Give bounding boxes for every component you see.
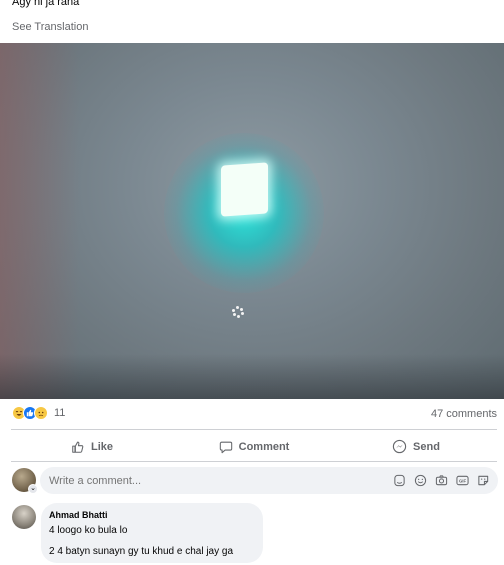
loading-spinner-icon	[232, 306, 244, 318]
comment-label: Comment	[238, 440, 290, 453]
comment-composer: ⌄ GIF	[12, 467, 498, 495]
comment-text-line: 2 4 batyn sunayn gy tu khud e chal jay g…	[49, 546, 234, 557]
post-photo[interactable]	[0, 43, 504, 399]
reaction-count: 11	[54, 407, 66, 419]
comment-bubble: Ahmad Bhatti 4 loogo ko bula lo 2 4 baty…	[41, 503, 263, 563]
divider	[11, 429, 497, 430]
like-button[interactable]: Like	[11, 433, 173, 460]
send-label: Send	[413, 440, 440, 453]
like-icon	[72, 441, 84, 453]
divider	[11, 461, 497, 462]
sad-reaction-icon	[34, 406, 48, 420]
like-label: Like	[90, 440, 113, 453]
send-button[interactable]: Send	[335, 433, 497, 460]
svg-text:GIF: GIF	[459, 479, 467, 484]
composer-tools: GIF	[393, 474, 490, 487]
sticker-icon[interactable]	[477, 474, 490, 487]
comment-button[interactable]: Comment	[173, 433, 335, 460]
comments-count-link[interactable]: 47 comments	[431, 408, 497, 420]
comment-text-line: 4 loogo ko bula lo	[49, 525, 128, 536]
comment-author[interactable]: Ahmad Bhatti	[49, 510, 263, 520]
photo-shade	[0, 43, 80, 399]
photo-shade-bottom	[0, 354, 504, 399]
post-text: Agy ni ja raha	[12, 0, 80, 8]
action-bar: Like Comment Send	[11, 433, 497, 460]
see-translation-link[interactable]: See Translation	[12, 21, 88, 33]
comment-icon	[219, 441, 232, 453]
reactions-summary[interactable]: 11	[12, 406, 65, 420]
chevron-down-icon[interactable]: ⌄	[28, 484, 38, 494]
commenter-avatar[interactable]	[12, 505, 36, 529]
messenger-icon	[392, 439, 407, 454]
camera-icon[interactable]	[435, 474, 448, 487]
gif-icon[interactable]: GIF	[456, 474, 469, 487]
avatar-sticker-icon[interactable]	[393, 474, 406, 487]
photo-bright-screen	[221, 162, 268, 217]
emoji-icon[interactable]	[414, 474, 427, 487]
